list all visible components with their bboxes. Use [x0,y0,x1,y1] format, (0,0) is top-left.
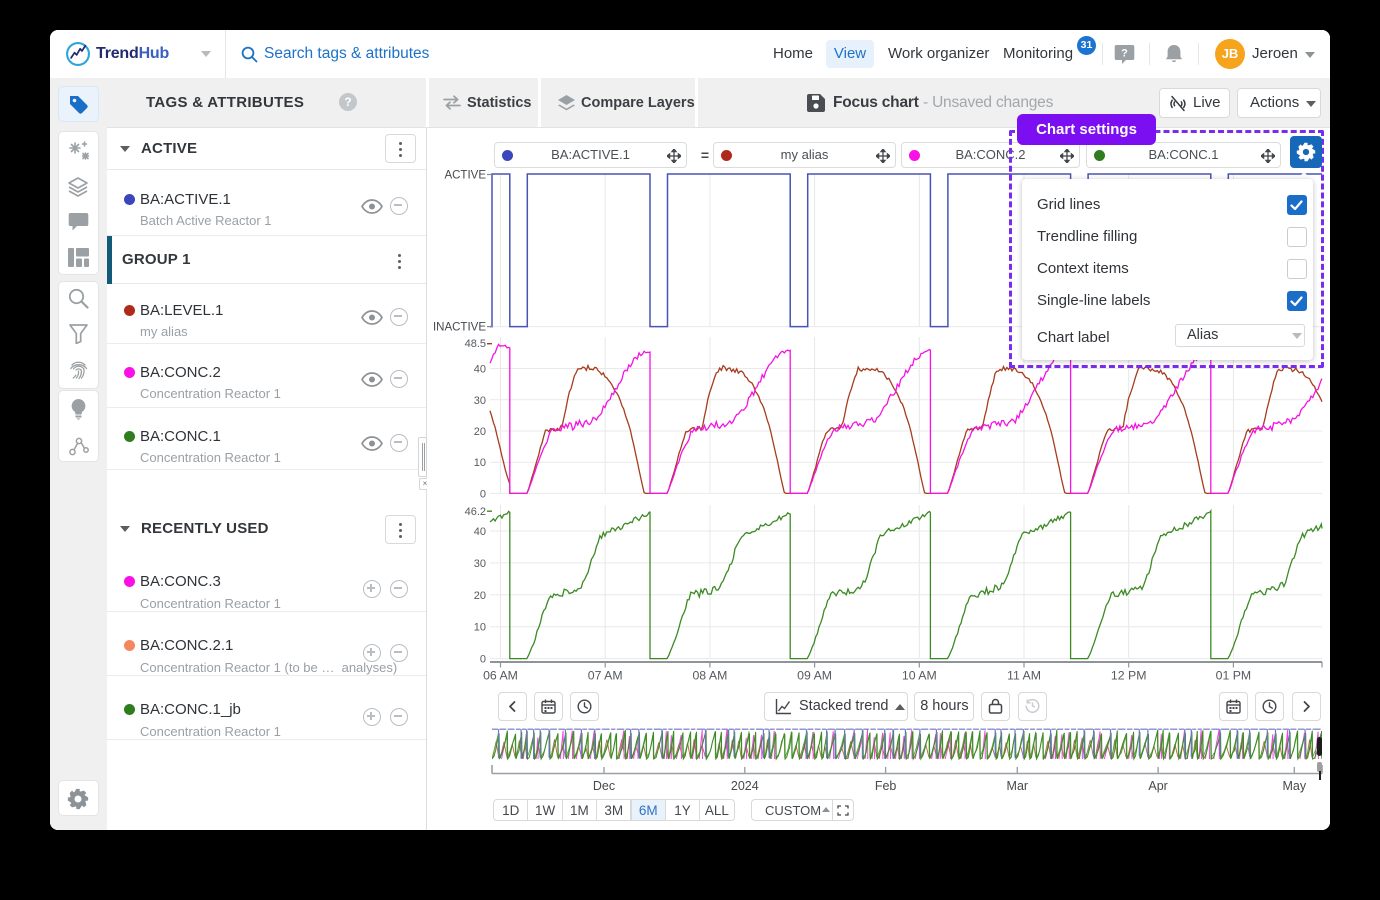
svg-text:09 AM: 09 AM [797,669,832,683]
svg-text:30: 30 [474,395,486,407]
svg-text:10 AM: 10 AM [902,669,937,683]
svg-text:Apr: Apr [1148,779,1167,793]
svg-text:0: 0 [480,654,486,666]
svg-text:20: 20 [474,590,486,602]
svg-text:?: ? [1121,48,1128,60]
svg-text:40: 40 [474,526,486,538]
svg-text:46.2: 46.2 [465,506,486,518]
svg-text:INACTIVE: INACTIVE [433,322,486,334]
svg-text:20: 20 [474,426,486,438]
svg-text:Feb: Feb [875,779,897,793]
svg-text:Mar: Mar [1007,779,1029,793]
svg-text:01 PM: 01 PM [1216,669,1252,683]
svg-text:ACTIVE: ACTIVE [444,170,486,182]
svg-text:07 AM: 07 AM [588,669,623,683]
svg-text:Dec: Dec [593,779,615,793]
svg-text:12 PM: 12 PM [1111,669,1147,683]
svg-text:10: 10 [474,622,486,634]
svg-text:40: 40 [474,364,486,376]
svg-text:48.5: 48.5 [465,338,486,350]
svg-text:0: 0 [480,488,486,500]
svg-text:May: May [1282,779,1306,793]
svg-text:10: 10 [474,457,486,469]
svg-text:30: 30 [474,558,486,570]
svg-text:08 AM: 08 AM [692,669,727,683]
svg-text:06 AM: 06 AM [483,669,518,683]
svg-text:11 AM: 11 AM [1007,669,1041,683]
svg-text:2024: 2024 [731,779,759,793]
